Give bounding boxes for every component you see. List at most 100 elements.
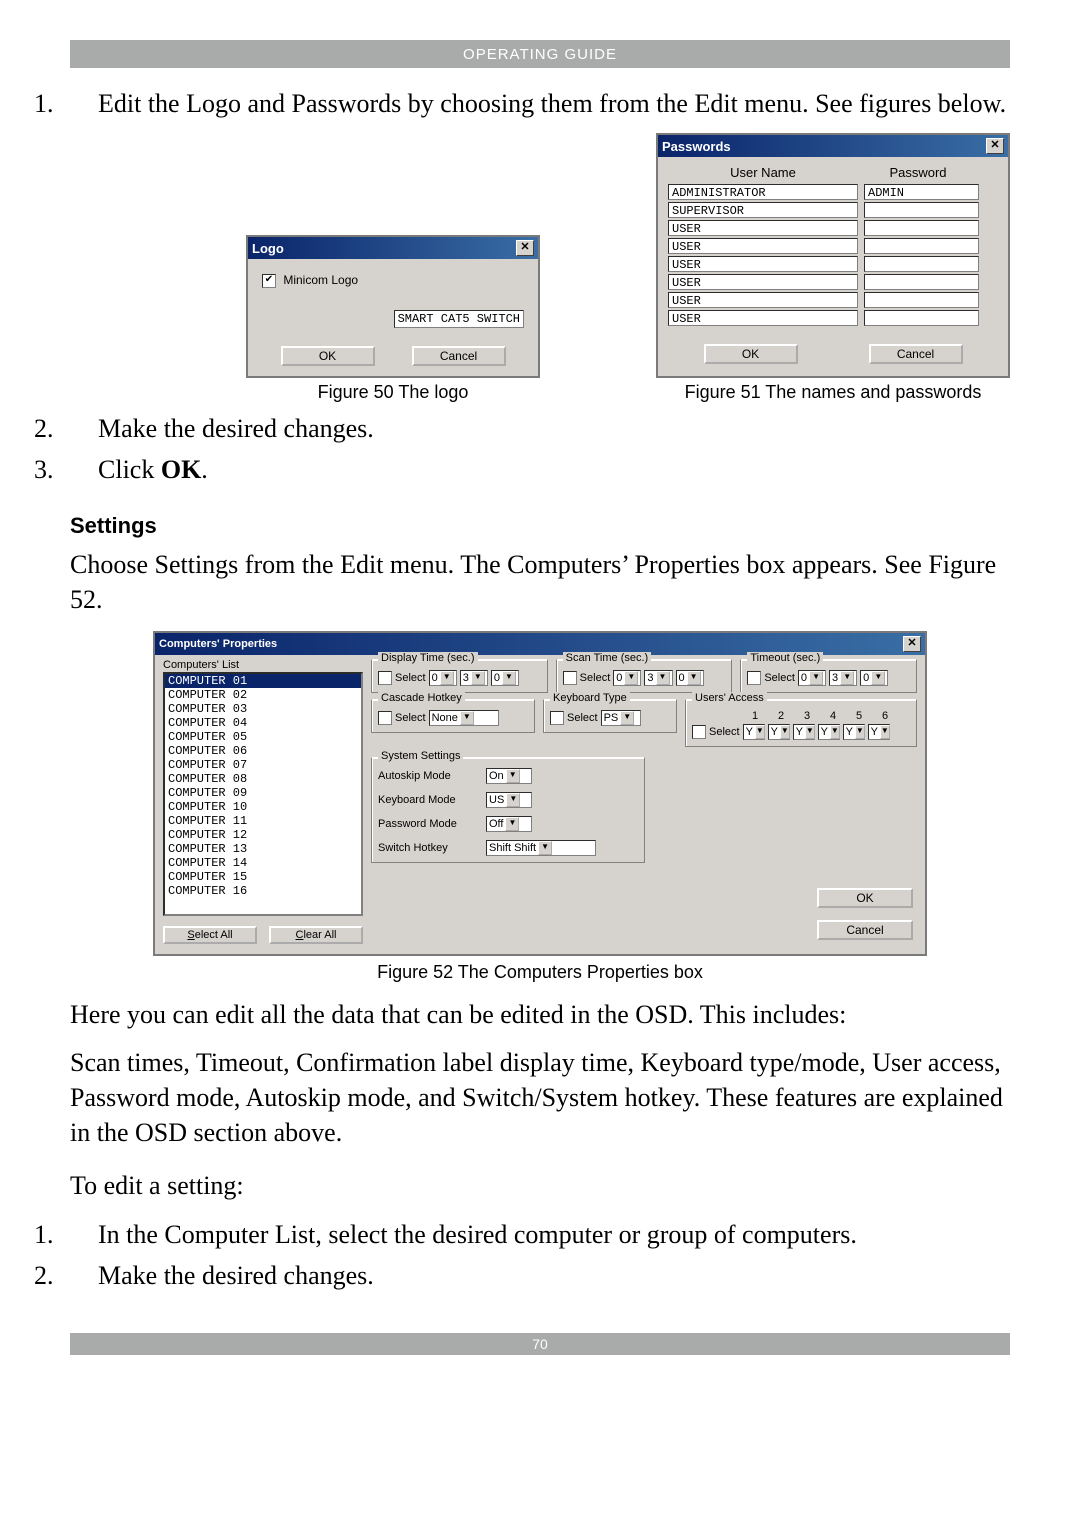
chevron-down-icon[interactable]: ▼	[830, 725, 840, 739]
computers-properties-title: Computers' Properties	[159, 638, 277, 650]
password-field[interactable]	[864, 220, 979, 236]
ua-dd-5[interactable]: Y▼	[843, 724, 865, 740]
scan-time-d3[interactable]: 0▼	[676, 670, 704, 686]
display-time-checkbox[interactable]	[378, 671, 392, 685]
password-field[interactable]	[864, 256, 979, 272]
timeout-d3[interactable]: 0▼	[860, 670, 888, 686]
computers-list[interactable]: COMPUTER 01 COMPUTER 02 COMPUTER 03 COMP…	[163, 672, 363, 916]
list-item[interactable]: COMPUTER 04	[165, 716, 361, 730]
chevron-down-icon[interactable]: ▼	[855, 725, 865, 739]
chevron-down-icon[interactable]: ▼	[880, 725, 890, 739]
user-name-field[interactable]: USER	[668, 274, 858, 290]
user-name-field[interactable]: USER	[668, 238, 858, 254]
password-field[interactable]	[864, 274, 979, 290]
chevron-down-icon[interactable]: ▼	[687, 671, 701, 685]
scan-time-d1[interactable]: 0▼	[613, 670, 641, 686]
list-item[interactable]: COMPUTER 09	[165, 786, 361, 800]
passwords-cancel-button[interactable]: Cancel	[869, 344, 963, 364]
user-name-field[interactable]: USER	[668, 292, 858, 308]
list-item[interactable]: COMPUTER 15	[165, 870, 361, 884]
ua-dd-4[interactable]: Y▼	[818, 724, 840, 740]
list-item[interactable]: COMPUTER 16	[165, 884, 361, 898]
chevron-down-icon[interactable]: ▼	[440, 671, 454, 685]
switch-hotkey-dropdown[interactable]: Shift Shift▼	[486, 840, 596, 856]
password-field[interactable]	[864, 292, 979, 308]
chevron-down-icon[interactable]: ▼	[805, 725, 815, 739]
list-item[interactable]: COMPUTER 14	[165, 856, 361, 870]
keyboard-mode-dropdown[interactable]: US▼	[486, 792, 532, 808]
logo-cancel-button[interactable]: Cancel	[412, 346, 506, 366]
chevron-down-icon[interactable]: ▼	[506, 793, 520, 807]
chevron-down-icon[interactable]: ▼	[755, 725, 765, 739]
list-item[interactable]: COMPUTER 10	[165, 800, 361, 814]
chevron-down-icon[interactable]: ▼	[809, 671, 823, 685]
ua-dd-6[interactable]: Y▼	[868, 724, 890, 740]
list-item[interactable]: COMPUTER 08	[165, 772, 361, 786]
ua-dd-2[interactable]: Y▼	[768, 724, 790, 740]
scan-time-checkbox[interactable]	[563, 671, 577, 685]
clear-all-button[interactable]: Clear All	[269, 926, 363, 944]
chevron-down-icon[interactable]: ▼	[656, 671, 670, 685]
chevron-down-icon[interactable]: ▼	[505, 817, 519, 831]
user-name-field[interactable]: USER	[668, 220, 858, 236]
minicom-logo-checkbox[interactable]: ✔	[262, 274, 276, 288]
keyboard-type-dropdown[interactable]: PS▼	[601, 710, 641, 726]
list-item[interactable]: COMPUTER 05	[165, 730, 361, 744]
list-item[interactable]: COMPUTER 11	[165, 814, 361, 828]
user-name-field[interactable]: SUPERVISOR	[668, 202, 858, 218]
users-access-group: Users' Access 1 2 3 4 5 6	[685, 699, 917, 747]
list-item[interactable]: COMPUTER 12	[165, 828, 361, 842]
chevron-down-icon[interactable]: ▼	[620, 711, 634, 725]
autoskip-dropdown[interactable]: On▼	[486, 768, 532, 784]
ua-dd-1[interactable]: Y▼	[743, 724, 765, 740]
display-time-d1[interactable]: 0▼	[429, 670, 457, 686]
keyboard-type-checkbox[interactable]	[550, 711, 564, 725]
user-name-field[interactable]: USER	[668, 256, 858, 272]
logo-ok-button[interactable]: OK	[281, 346, 375, 366]
password-field[interactable]	[864, 238, 979, 254]
chevron-down-icon[interactable]: ▼	[840, 671, 854, 685]
passwords-ok-button[interactable]: OK	[704, 344, 798, 364]
password-field[interactable]	[864, 202, 979, 218]
password-field[interactable]	[864, 310, 979, 326]
list-item[interactable]: COMPUTER 13	[165, 842, 361, 856]
chevron-down-icon[interactable]: ▼	[871, 671, 885, 685]
logo-dialog-title: Logo	[252, 241, 284, 256]
display-time-d3[interactable]: 0▼	[491, 670, 519, 686]
chevron-down-icon[interactable]: ▼	[471, 671, 485, 685]
list-item[interactable]: COMPUTER 01	[165, 674, 361, 688]
scan-time-d2[interactable]: 3▼	[644, 670, 672, 686]
chevron-down-icon[interactable]: ▼	[538, 841, 552, 855]
chevron-down-icon[interactable]: ▼	[502, 671, 516, 685]
ua-dd-3[interactable]: Y▼	[793, 724, 815, 740]
password-mode-dropdown[interactable]: Off▼	[486, 816, 532, 832]
close-icon[interactable]: ✕	[986, 138, 1004, 154]
paragraph-3: To edit a setting:	[70, 1168, 1010, 1203]
chevron-down-icon[interactable]: ▼	[506, 769, 520, 783]
cp-cancel-button[interactable]: Cancel	[817, 920, 913, 940]
users-access-checkbox[interactable]	[692, 725, 706, 739]
logo-text-input[interactable]: SMART CAT5 SWITCH	[394, 310, 524, 328]
list-item[interactable]: COMPUTER 03	[165, 702, 361, 716]
timeout-d1[interactable]: 0▼	[798, 670, 826, 686]
passwords-dialog-titlebar: Passwords ✕	[658, 135, 1008, 157]
close-icon[interactable]: ✕	[516, 240, 534, 256]
cascade-dropdown[interactable]: None▼	[429, 710, 499, 726]
close-icon[interactable]: ✕	[903, 636, 921, 652]
keyboard-mode-label: Keyboard Mode	[378, 794, 478, 806]
chevron-down-icon[interactable]: ▼	[780, 725, 790, 739]
list-item[interactable]: COMPUTER 06	[165, 744, 361, 758]
cascade-checkbox[interactable]	[378, 711, 392, 725]
display-time-d2[interactable]: 3▼	[460, 670, 488, 686]
cp-ok-button[interactable]: OK	[817, 888, 913, 908]
timeout-checkbox[interactable]	[747, 671, 761, 685]
select-all-button[interactable]: Select All	[163, 926, 257, 944]
list-item[interactable]: COMPUTER 02	[165, 688, 361, 702]
chevron-down-icon[interactable]: ▼	[460, 711, 474, 725]
timeout-d2[interactable]: 3▼	[829, 670, 857, 686]
password-field[interactable]: ADMIN	[864, 184, 979, 200]
chevron-down-icon[interactable]: ▼	[624, 671, 638, 685]
user-name-field[interactable]: USER	[668, 310, 858, 326]
list-item[interactable]: COMPUTER 07	[165, 758, 361, 772]
user-name-field[interactable]: ADMINISTRATOR	[668, 184, 858, 200]
